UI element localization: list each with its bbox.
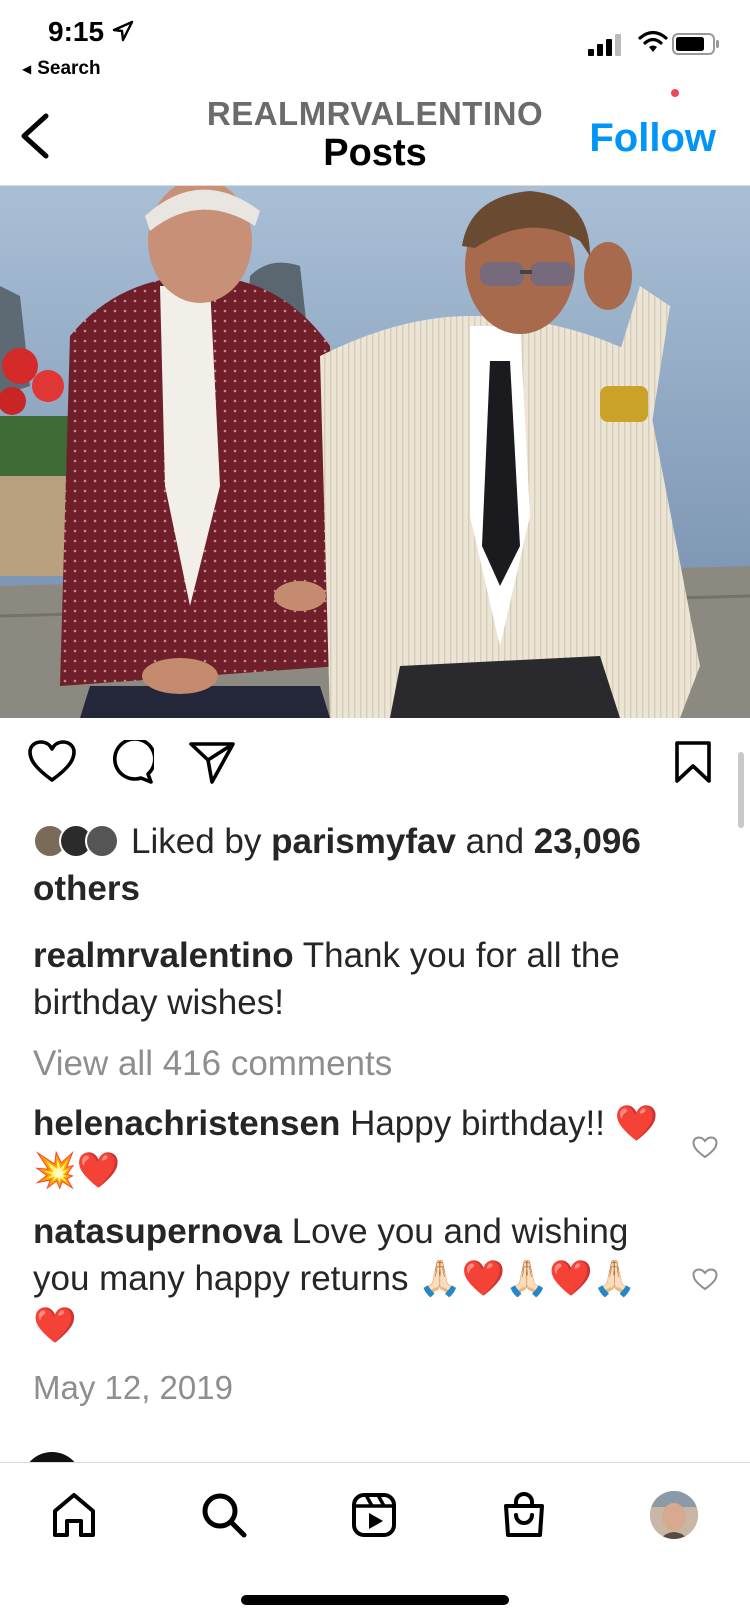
wifi-icon <box>638 30 668 52</box>
comment-like-heart-icon[interactable] <box>692 1136 718 1160</box>
likes-middle: and <box>455 822 534 861</box>
shop-icon[interactable] <box>500 1491 548 1539</box>
likes-summary[interactable]: Liked by parismyfav and 23,096 others <box>33 818 723 912</box>
status-time: 9:15 <box>48 16 105 47</box>
profile-photo <box>650 1491 698 1539</box>
search-icon[interactable] <box>200 1491 248 1539</box>
location-arrow-icon <box>112 20 134 42</box>
back-to-search[interactable]: ◀ Search <box>22 58 101 80</box>
share-icon[interactable] <box>188 740 236 784</box>
post-photo-illustration <box>0 186 750 718</box>
profile-avatar[interactable] <box>650 1491 698 1539</box>
view-all-comments-link[interactable]: View all 416 comments <box>33 1040 723 1087</box>
scroll-indicator[interactable] <box>738 752 744 828</box>
bookmark-icon[interactable] <box>674 740 712 784</box>
back-app-label: Search <box>37 58 101 79</box>
liker-avatars <box>33 824 123 858</box>
post-header: REALMRVALENTINO Posts Follow <box>0 90 750 186</box>
status-bar: 9:15 ◀ Search <box>0 0 750 90</box>
notification-dot <box>671 89 679 97</box>
cellular-signal-icon <box>588 34 621 56</box>
comment-username[interactable]: helenachristensen <box>33 1104 340 1143</box>
post-caption: realmrvalentino Thank you for all the bi… <box>33 932 723 1026</box>
comment-item: helenachristensen Happy birthday!! ❤️💥❤️ <box>33 1100 663 1194</box>
caption-username[interactable]: realmrvalentino <box>33 936 294 975</box>
avatar <box>85 824 119 858</box>
reels-icon[interactable] <box>350 1491 398 1539</box>
heart-icon[interactable] <box>28 740 76 784</box>
comment-username[interactable]: natasupernova <box>33 1212 282 1251</box>
likes-count[interactable]: 23,096 <box>534 822 641 861</box>
comment-icon[interactable] <box>108 740 154 784</box>
likes-prefix: Liked by <box>131 822 272 861</box>
follow-button[interactable]: Follow <box>589 116 716 161</box>
back-triangle-icon: ◀ <box>22 62 32 76</box>
comment-item: natasupernova Love you and wishing you m… <box>33 1208 663 1349</box>
post-actions <box>0 740 750 800</box>
post-image[interactable] <box>0 186 750 718</box>
home-indicator[interactable] <box>241 1595 509 1605</box>
home-icon[interactable] <box>50 1491 98 1539</box>
post-date: May 12, 2019 <box>33 1369 233 1406</box>
likes-suffix[interactable]: others <box>33 869 140 908</box>
comment-like-heart-icon[interactable] <box>692 1268 718 1292</box>
liker-username[interactable]: parismyfav <box>271 822 456 861</box>
battery-icon <box>672 33 719 55</box>
